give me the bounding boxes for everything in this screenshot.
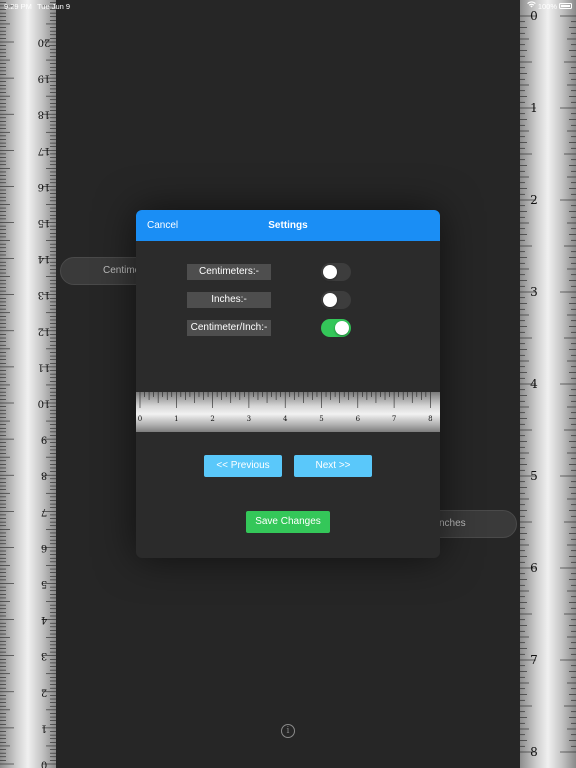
right-ruler-scale: 012345678 <box>520 9 576 759</box>
preview-ruler-scale: 0 1 2 3 4 5 6 7 8 <box>138 392 433 423</box>
option-label-centimeters: Centimeters:- <box>187 264 271 280</box>
centimeter-pill-label: Centime <box>103 265 141 276</box>
wifi-icon <box>527 1 536 10</box>
left-ruler-label: 0 <box>41 759 47 768</box>
toggle-knob <box>323 293 337 307</box>
previous-button[interactable]: << Previous <box>204 455 282 477</box>
option-label-centimeter-inch: Centimeter/Inch:- <box>187 320 271 336</box>
status-time: 9:29 PM <box>4 2 32 11</box>
save-changes-button[interactable]: Save Changes <box>246 511 330 533</box>
left-ruler-label: 6 <box>41 542 47 553</box>
right-ruler-label: 1 <box>530 101 538 115</box>
left-ruler-label: 10 <box>38 398 51 409</box>
preview-ruler-label: 7 <box>392 415 396 423</box>
left-ruler[interactable]: 0 1 2 3 4 5 6 7 8 9 10 11 12 13 14 15 16 17 18 19 20 <box>0 0 56 768</box>
left-ruler-label: 4 <box>41 614 47 625</box>
right-ruler[interactable]: 012345678 <box>520 0 576 768</box>
status-date: Tue Jun 9 <box>37 2 71 11</box>
settings-modal: Cancel Settings Centimeters:- Inches:- C… <box>136 210 440 558</box>
option-label-inches: Inches:- <box>187 292 271 308</box>
next-button[interactable]: Next >> <box>294 455 372 477</box>
preview-ruler-label: 0 <box>138 415 142 423</box>
left-ruler-label: 1 <box>41 722 47 733</box>
left-ruler-label: 11 <box>38 361 51 372</box>
battery-icon <box>559 3 572 9</box>
preview-ruler-image: 0 1 2 3 4 5 6 7 8 <box>136 392 440 432</box>
left-ruler-label: 19 <box>38 73 51 84</box>
left-ruler-label: 8 <box>41 470 47 481</box>
toggle-knob <box>323 265 337 279</box>
preview-ruler-label: 2 <box>210 415 214 423</box>
right-ruler-label: 4 <box>530 377 538 391</box>
centimeters-toggle[interactable] <box>321 263 351 281</box>
left-ruler-label: 5 <box>41 578 47 589</box>
info-icon-glyph: i <box>286 726 290 736</box>
battery-percent: 100% <box>537 2 557 11</box>
modal-header: Cancel Settings <box>136 210 440 241</box>
left-ruler-label: 17 <box>38 145 51 156</box>
right-ruler-label: 7 <box>530 653 538 667</box>
left-ruler-label: 18 <box>38 109 51 120</box>
right-ruler-label: 3 <box>530 285 538 299</box>
preview-ruler-label: 4 <box>283 415 288 423</box>
inches-pill-label: nches <box>439 518 466 529</box>
inches-toggle[interactable] <box>321 291 351 309</box>
preview-ruler-label: 8 <box>428 415 432 423</box>
option-row-inches: Inches:- <box>187 291 357 309</box>
status-bar: 9:29 PM Tue Jun 9 100% <box>0 0 576 12</box>
left-ruler-label: 7 <box>41 506 47 517</box>
info-icon[interactable]: i <box>281 724 295 738</box>
left-ruler-label: 9 <box>41 434 47 445</box>
left-ruler-label: 16 <box>38 181 51 192</box>
right-ruler-label: 8 <box>530 745 538 759</box>
preview-ruler-label: 6 <box>356 415 361 423</box>
option-row-centimeter-inch: Centimeter/Inch:- <box>187 319 357 337</box>
left-ruler-label: 3 <box>41 650 47 661</box>
left-ruler-label: 12 <box>38 325 51 336</box>
centimeter-inch-toggle[interactable] <box>321 319 351 337</box>
left-ruler-scale: 01234567891011121314151617181920 <box>0 1 56 768</box>
option-row-centimeters: Centimeters:- <box>187 263 357 281</box>
right-ruler-label: 5 <box>530 469 538 483</box>
preview-ruler-label: 5 <box>319 415 323 423</box>
right-ruler-label: 6 <box>530 561 538 575</box>
right-ruler-label: 2 <box>530 193 538 207</box>
modal-title: Settings <box>268 220 308 231</box>
preview-ruler-label: 1 <box>174 415 178 423</box>
left-ruler-label: 13 <box>38 289 51 300</box>
left-ruler-label: 14 <box>38 253 51 264</box>
toggle-knob <box>335 321 349 335</box>
left-ruler-label: 20 <box>38 37 51 48</box>
left-ruler-label: 2 <box>41 686 47 697</box>
preview-ruler-label: 3 <box>247 415 251 423</box>
left-ruler-label: 15 <box>38 217 51 228</box>
